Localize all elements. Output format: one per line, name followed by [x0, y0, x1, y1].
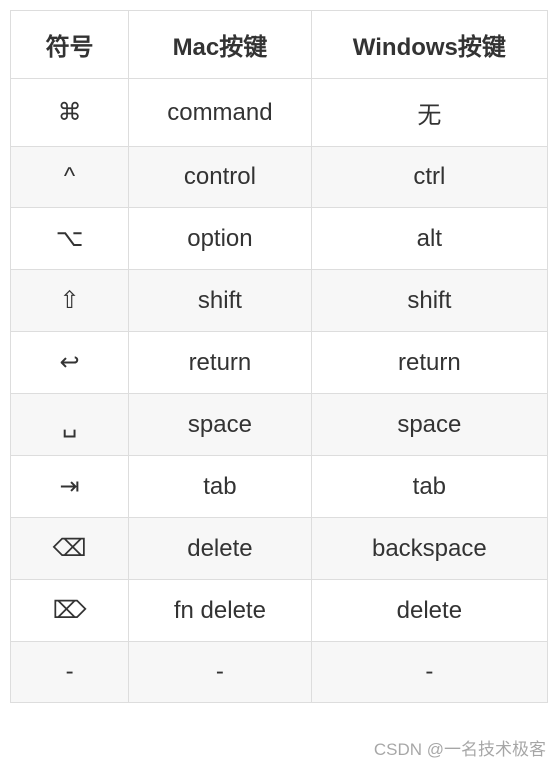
header-symbol: 符号: [11, 11, 129, 79]
cell-mac: control: [129, 147, 312, 208]
cell-mac: fn delete: [129, 580, 312, 642]
cell-mac: tab: [129, 456, 312, 518]
watermark: CSDN @一名技术极客: [374, 735, 546, 760]
cell-mac: option: [129, 208, 312, 270]
table-row: ⌫ delete backspace: [11, 518, 548, 580]
cell-symbol: ⌫: [11, 518, 129, 580]
cell-mac: return: [129, 332, 312, 394]
cell-mac: -: [129, 642, 312, 703]
cell-mac: shift: [129, 270, 312, 332]
cell-windows: ctrl: [311, 147, 547, 208]
cell-symbol: ⌘: [11, 79, 129, 147]
cell-windows: shift: [311, 270, 547, 332]
table-row: ⌦ fn delete delete: [11, 580, 548, 642]
table-row: ⌘ command 无: [11, 79, 548, 147]
cell-windows: space: [311, 394, 547, 456]
cell-symbol: ⇧: [11, 270, 129, 332]
table-row: ↩ return return: [11, 332, 548, 394]
cell-symbol: ⌦: [11, 580, 129, 642]
table-header-row: 符号 Mac按键 Windows按键: [11, 11, 548, 79]
cell-symbol: ␣: [11, 394, 129, 456]
cell-windows: backspace: [311, 518, 547, 580]
header-windows: Windows按键: [311, 11, 547, 79]
table-row: - - -: [11, 642, 548, 703]
cell-symbol: ⇥: [11, 456, 129, 518]
table-row: ⌥ option alt: [11, 208, 548, 270]
table-row: ⇥ tab tab: [11, 456, 548, 518]
cell-symbol: ⌥: [11, 208, 129, 270]
cell-windows: tab: [311, 456, 547, 518]
cell-mac: delete: [129, 518, 312, 580]
cell-symbol: -: [11, 642, 129, 703]
keyboard-symbols-table: 符号 Mac按键 Windows按键 ⌘ command 无 ^ control…: [10, 10, 548, 703]
table-row: ^ control ctrl: [11, 147, 548, 208]
cell-mac: command: [129, 79, 312, 147]
header-mac: Mac按键: [129, 11, 312, 79]
cell-windows: return: [311, 332, 547, 394]
cell-symbol: ↩: [11, 332, 129, 394]
table-row: ⇧ shift shift: [11, 270, 548, 332]
table-row: ␣ space space: [11, 394, 548, 456]
cell-windows: -: [311, 642, 547, 703]
cell-mac: space: [129, 394, 312, 456]
cell-windows: alt: [311, 208, 547, 270]
cell-windows: 无: [311, 79, 547, 147]
cell-windows: delete: [311, 580, 547, 642]
cell-symbol: ^: [11, 147, 129, 208]
